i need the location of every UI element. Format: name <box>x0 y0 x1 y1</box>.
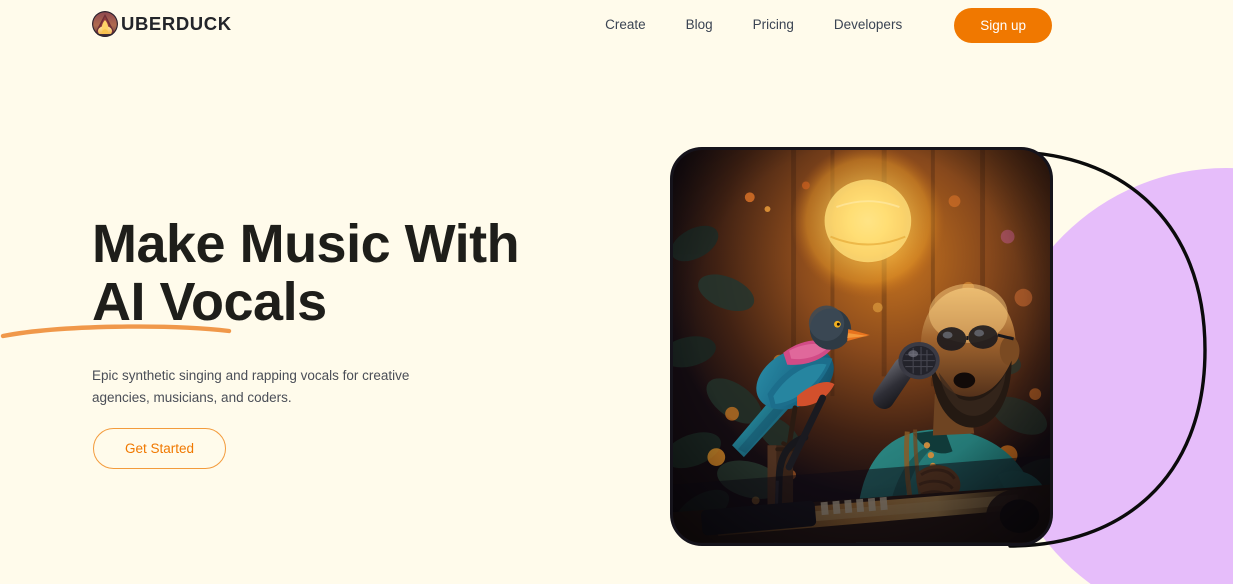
landing-page: UBERDUCK Create Blog Pricing Developers … <box>0 0 1233 584</box>
nav-item-create[interactable]: Create <box>585 12 666 38</box>
hero-copy: Make Music With AI Vocals <box>92 215 562 332</box>
nav-item-developers[interactable]: Developers <box>814 12 922 38</box>
duck-logo-icon <box>92 11 118 37</box>
page-title: Make Music With AI Vocals <box>92 215 562 332</box>
headline-line-1: Make Music With <box>92 214 520 274</box>
hero-subtext: Epic synthetic singing and rapping vocal… <box>92 368 410 406</box>
nav-item-blog[interactable]: Blog <box>666 12 733 38</box>
get-started-button[interactable]: Get Started <box>93 428 226 469</box>
brand-name: UBERDUCK <box>121 12 232 34</box>
brand-logo-link[interactable]: UBERDUCK <box>92 11 232 37</box>
nav-item-pricing[interactable]: Pricing <box>733 12 814 38</box>
site-header: UBERDUCK Create Blog Pricing Developers … <box>0 0 1233 50</box>
sign-up-button[interactable]: Sign up <box>954 7 1052 43</box>
main-navigation: Create Blog Pricing Developers Sign up <box>585 0 1223 50</box>
hero-image <box>670 147 1053 546</box>
headline-underline-stroke <box>0 324 232 339</box>
